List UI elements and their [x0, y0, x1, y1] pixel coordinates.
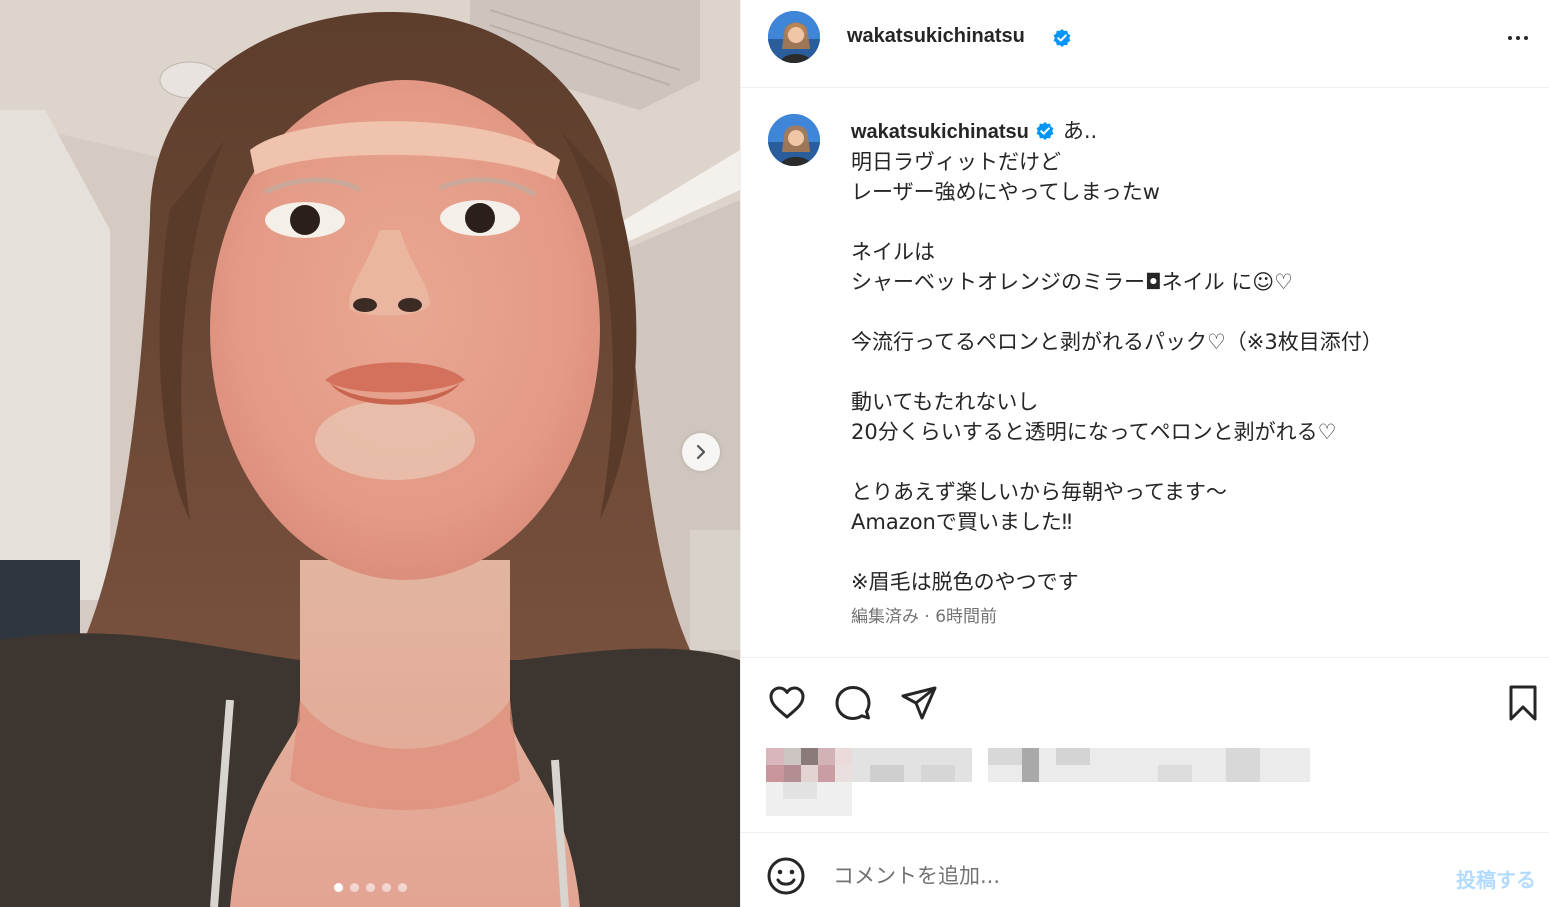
carousel-dot [381, 883, 391, 892]
post-side-panel: wakatsukichinatsu wakatsukichinatsu あ.. … [740, 0, 1549, 907]
verified-badge-icon [1036, 122, 1054, 140]
carousel-dot [365, 883, 375, 892]
avatar-image [768, 114, 820, 166]
more-options-button[interactable] [1504, 26, 1532, 50]
share-button[interactable] [899, 683, 939, 723]
carousel-dot [349, 883, 359, 892]
avatar-image [768, 11, 820, 63]
next-slide-button[interactable] [682, 433, 720, 471]
heart-icon [769, 686, 805, 719]
caption-section: wakatsukichinatsu あ.. 明日ラヴィットだけど レーザー強めにや… [741, 88, 1549, 658]
save-button[interactable] [1503, 683, 1543, 723]
comment-input[interactable] [833, 858, 1413, 894]
carousel-indicator [0, 883, 740, 892]
caption-text: あ.. 明日ラヴィットだけど レーザー強めにやってしまったw ネイルは シャーベ… [851, 119, 1383, 594]
comment-icon [835, 686, 871, 720]
like-button[interactable] [767, 683, 807, 723]
emoji-button[interactable] [766, 856, 806, 896]
comment-bar: 投稿する [741, 832, 1549, 907]
action-bar [741, 658, 1549, 742]
verified-badge-icon [1053, 29, 1071, 47]
paper-plane-icon [901, 686, 937, 720]
smiley-icon [767, 857, 805, 895]
caption-username[interactable]: wakatsukichinatsu [851, 121, 1029, 143]
likes-summary-blurred [766, 746, 1326, 820]
instagram-post-view: wakatsukichinatsu wakatsukichinatsu あ.. … [0, 0, 1549, 907]
post-comment-button[interactable]: 投稿する [1456, 864, 1536, 893]
avatar[interactable] [768, 114, 820, 166]
header-username[interactable]: wakatsukichinatsu [847, 25, 1025, 48]
comment-button[interactable] [833, 683, 873, 723]
post-photo [0, 0, 740, 907]
more-options-icon [1508, 36, 1512, 40]
carousel-dot-active [333, 883, 343, 892]
avatar[interactable] [768, 11, 820, 63]
carousel-dot [397, 883, 407, 892]
chevron-right-icon [696, 444, 706, 460]
post-header: wakatsukichinatsu [741, 0, 1549, 88]
post-caption: wakatsukichinatsu あ.. 明日ラヴィットだけど レーザー強めにや… [851, 116, 1511, 597]
post-media[interactable] [0, 0, 740, 907]
post-meta: 編集済み · 6時間前 [851, 607, 998, 627]
bookmark-icon [1509, 685, 1537, 721]
